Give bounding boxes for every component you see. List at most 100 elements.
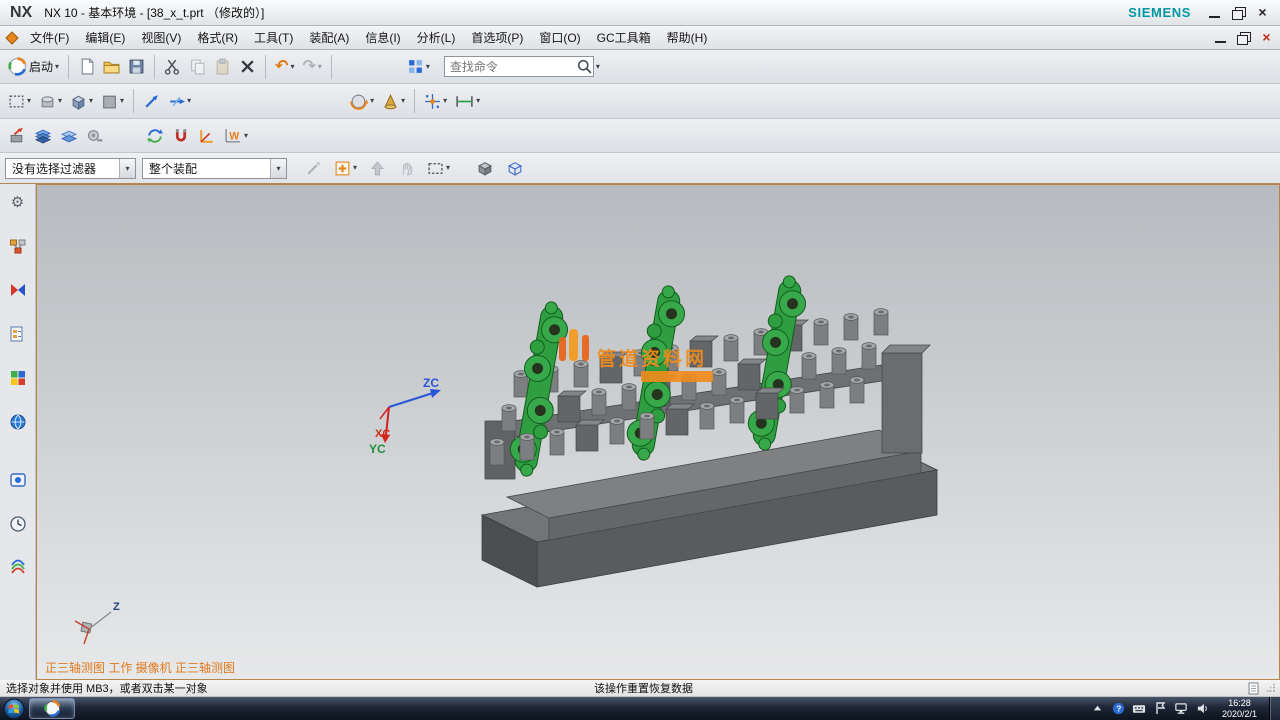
part-navigator-button[interactable]: [8, 324, 28, 344]
display-mode-button[interactable]: ▾: [66, 90, 97, 113]
paste-icon: [214, 58, 231, 75]
search-options-chevron-icon[interactable]: ▾: [596, 63, 600, 71]
toolbar-utility: W▾: [0, 119, 1280, 153]
graphics-window[interactable]: 管道资料网 ZC XC YC: [36, 184, 1280, 680]
menu-preferences[interactable]: 首选项(P): [463, 26, 531, 49]
window-palette-button[interactable]: [8, 470, 28, 490]
model-canvas[interactable]: 管道资料网 ZC XC YC: [37, 185, 1279, 679]
add-to-selection-button[interactable]: ▾: [330, 157, 361, 180]
promote-selection-button[interactable]: [365, 157, 390, 180]
snap-point-button[interactable]: ▾: [420, 90, 451, 113]
menu-information[interactable]: 信息(I): [357, 26, 408, 49]
wcs-button[interactable]: W▾: [220, 124, 252, 148]
magnet-icon: [172, 127, 190, 145]
snap-magnet-button[interactable]: [168, 124, 194, 148]
roles-button[interactable]: [8, 558, 28, 578]
csys-axes-icon: [198, 127, 216, 145]
search-icon[interactable]: [576, 58, 593, 75]
wireframe-display-button[interactable]: [502, 156, 528, 180]
menu-window[interactable]: 窗口(O): [531, 26, 588, 49]
history-button[interactable]: [8, 514, 28, 534]
mdi-minimize-button[interactable]: [1213, 31, 1228, 44]
mdi-close-button[interactable]: ×: [1259, 31, 1274, 44]
status-page-icon[interactable]: [1247, 682, 1260, 695]
taskbar-nx-button[interactable]: [29, 698, 75, 719]
network-icon[interactable]: [1174, 701, 1189, 716]
selection-scope-value: 整个装配: [143, 160, 270, 177]
selection-filter-dropdown[interactable]: 没有选择过滤器 ▾: [5, 158, 136, 179]
move-component-button[interactable]: [4, 124, 30, 148]
separator: [154, 55, 155, 79]
render-style-button[interactable]: ▾: [378, 90, 409, 113]
datum-csys-button[interactable]: [194, 124, 220, 148]
menu-view[interactable]: 视图(V): [133, 26, 189, 49]
resize-grip[interactable]: [1266, 683, 1276, 693]
layer-settings-button[interactable]: [30, 124, 56, 148]
annotation-button[interactable]: [82, 124, 108, 148]
hidden-icons-button[interactable]: [1090, 701, 1105, 716]
menu-tools[interactable]: 工具(T): [246, 26, 301, 49]
layer-copy-icon: [60, 127, 78, 145]
touch-mode-button[interactable]: ▾: [403, 55, 434, 78]
roles-spring-icon: [9, 559, 27, 577]
search-input[interactable]: [445, 60, 576, 74]
menu-format[interactable]: 格式(R): [189, 26, 246, 49]
save-button[interactable]: [124, 55, 149, 78]
web-browser-button[interactable]: [8, 412, 28, 432]
new-button[interactable]: [74, 55, 99, 78]
redo-button[interactable]: ↷▾: [298, 56, 325, 78]
show-desktop-button[interactable]: [1269, 697, 1280, 720]
measure-button[interactable]: ▾: [451, 90, 484, 113]
hand-icon: [398, 160, 415, 177]
menu-analysis[interactable]: 分析(L): [409, 26, 464, 49]
undo-button[interactable]: ↶▾: [271, 56, 298, 78]
transform-button[interactable]: ▾: [164, 90, 195, 113]
paste-button[interactable]: [210, 55, 235, 78]
plus-box-icon: [334, 160, 351, 177]
pan-select-button[interactable]: [394, 157, 419, 180]
start-button[interactable]: [3, 698, 25, 720]
layer-visible-button[interactable]: [56, 124, 82, 148]
cut-button[interactable]: [160, 55, 185, 78]
close-button[interactable]: ×: [1255, 6, 1270, 19]
sync-icon: [146, 127, 164, 145]
assembly-navigator-button[interactable]: [8, 236, 28, 256]
taskbar-clock[interactable]: 16:28 2020/2/1: [1222, 698, 1257, 719]
chevron-down-icon: ▾: [119, 159, 135, 178]
restore-button[interactable]: [1231, 6, 1246, 19]
resource-options-button[interactable]: ⚙: [8, 192, 28, 212]
menu-assemblies[interactable]: 装配(A): [301, 26, 357, 49]
selection-scope-dropdown[interactable]: 整个装配 ▾: [142, 158, 287, 179]
minimize-button[interactable]: [1207, 6, 1222, 19]
chevron-down-icon: ▾: [318, 63, 322, 71]
action-center-flag-icon[interactable]: [1153, 701, 1168, 716]
help-tray-icon[interactable]: ?: [1111, 701, 1126, 716]
snap-wand-button[interactable]: [301, 157, 326, 180]
show-hide-button[interactable]: ▾: [35, 90, 66, 113]
background-button[interactable]: ▾: [97, 90, 128, 113]
copy-button[interactable]: [185, 55, 210, 78]
rotate-view-button[interactable]: ▾: [345, 89, 378, 114]
view-overlay-button[interactable]: ▾: [4, 90, 35, 113]
open-button[interactable]: [99, 55, 124, 78]
start-button[interactable]: 启动 ▾: [4, 54, 63, 79]
mdi-restore-button[interactable]: [1236, 31, 1251, 44]
volume-icon[interactable]: [1195, 701, 1210, 716]
reuse-library-button[interactable]: [8, 368, 28, 388]
marquee-select-button[interactable]: ▾: [423, 157, 454, 180]
object-display-button[interactable]: [142, 124, 168, 148]
delete-button[interactable]: [235, 55, 260, 78]
toolbar-view: ▾ ▾ ▾ ▾ ▾ ▾ ▾ ▾ ▾: [0, 84, 1280, 119]
status-bar: 选择对象并使用 MB3，或者双击某一对象 该操作重置恢复数据: [0, 680, 1280, 697]
menu-file[interactable]: 文件(F): [22, 26, 77, 49]
menu-edit[interactable]: 编辑(E): [77, 26, 133, 49]
start-label: 启动: [29, 58, 53, 75]
datum-display-button[interactable]: [139, 90, 164, 113]
orientation-triad[interactable]: ZC XC YC: [369, 376, 441, 456]
shaded-display-button[interactable]: [472, 156, 498, 180]
menu-gc-toolbox[interactable]: GC工具箱: [589, 26, 659, 49]
constraint-navigator-button[interactable]: [8, 280, 28, 300]
svg-text:?: ?: [1116, 703, 1121, 713]
menu-help[interactable]: 帮助(H): [659, 26, 716, 49]
input-method-icon[interactable]: [1132, 701, 1147, 716]
